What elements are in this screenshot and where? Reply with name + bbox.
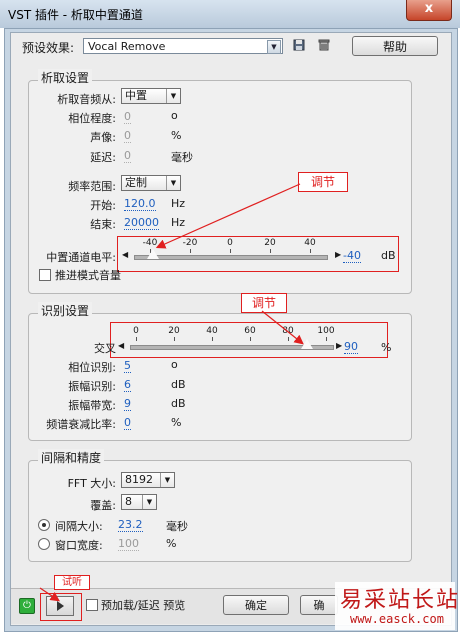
- annotation-arrows: [39, 183, 304, 602]
- watermark-url: www.easck.com: [350, 612, 444, 626]
- watermark-brand: 易采站长站: [340, 588, 460, 613]
